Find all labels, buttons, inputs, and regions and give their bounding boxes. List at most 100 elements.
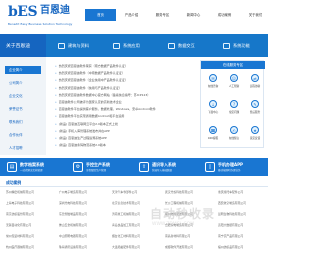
sidebar-item[interactable]: 企业简介 — [5, 66, 41, 74]
banner-tab-label: 系统功能 — [233, 43, 250, 48]
case-item[interactable]: 佛山五金机械有限公司 — [59, 223, 111, 227]
service-item[interactable]: ✍ 在线留言 — [223, 123, 245, 143]
service-item[interactable]: ⇄ 远程协助 — [244, 71, 266, 91]
nav-item-3[interactable]: 服务专区 — [147, 9, 178, 21]
sidebar-item[interactable]: 企业文化 — [5, 92, 41, 100]
site-header: bES 百恩迪 Benedit Easy Business Solution T… — [0, 0, 268, 34]
logo-mark: bES — [8, 4, 38, 20]
news-item[interactable]: (新品) 百恩迪条码物流系统2.0版本 — [55, 143, 193, 147]
news-item[interactable]: 热烈庆祝百恩迪软件（中南数据产品软件认证证） — [55, 71, 193, 75]
nav-item-5[interactable]: 成功案例 — [209, 9, 240, 21]
feature-card[interactable]: ⇪ 通识导入系统 快速导入基础数据 — [136, 160, 200, 174]
news-item[interactable]: 百恩迪软件公司被评为国家认定的高新技术企业 — [55, 100, 193, 104]
news-item[interactable]: (新品) 手机入库管理系统发布并在APP — [55, 129, 193, 133]
download-icon: ↓ — [209, 100, 217, 108]
import-icon: ⇪ — [139, 162, 149, 172]
banner-tab-1[interactable]: 建筑与资料 — [58, 41, 89, 51]
service-label: 400客服 — [207, 137, 219, 140]
sidebar-item[interactable]: 荣誉证书 — [5, 105, 41, 113]
watermark-text: 自动秒收录 — [150, 207, 216, 221]
feedback-icon: ★ — [251, 126, 259, 134]
service-panel-header: 在线服务专区 — [201, 61, 265, 69]
logo-subtitle: Benedit Easy Business Solution Technolog… — [8, 22, 73, 26]
service-item[interactable]: ☺ 人工帮助 — [223, 71, 245, 91]
feature-card[interactable]: ▯ 手机办理APP 移动端随时办理业务 — [202, 160, 266, 174]
banner-tab-4[interactable]: 系统功能 — [223, 41, 250, 51]
case-item[interactable]: 中山照明电器有限公司 — [59, 234, 111, 238]
feature-subtitle: 一站式解决文档管理 — [20, 169, 43, 172]
news-item[interactable]: 热烈庆祝百恩迪软件（信用与产品软件认证证） — [55, 86, 193, 90]
banner-tab-2[interactable]: 系统应用 — [113, 41, 140, 51]
cases-title: 成功案例 — [6, 180, 22, 185]
sidebar-item[interactable]: 人才招聘 — [5, 144, 41, 152]
sidebar: 企业简介公司简介企业文化荣誉证书联系我们合作伙伴人才招聘 — [0, 57, 46, 155]
case-item[interactable]: 常州包装材料有限公司 — [6, 234, 58, 238]
mobile-icon: ▯ — [205, 162, 215, 172]
news-item[interactable]: 百恩迪软件平台提供客户服务，数据处理，Windows，安卓Android软件 — [55, 107, 193, 111]
news-item[interactable]: 热烈庆祝百恩迪软件荣获（南方数据产品软件认证） — [55, 64, 193, 68]
sidebar-item[interactable]: 公司简介 — [5, 79, 41, 87]
news-item[interactable]: 热烈庆祝百恩迪软件数据中心官方网站（备案信息编号：苏ICP123） — [55, 93, 193, 97]
case-item[interactable]: 珠海通讯设备有限公司 — [59, 245, 111, 249]
service-label: 在线留言 — [228, 137, 240, 140]
case-item[interactable]: 广州电子制造有限公司 — [59, 190, 111, 194]
service-item[interactable]: ✎ 售后服务 — [244, 97, 266, 117]
banner-title: 关于百恩迪 — [6, 44, 30, 49]
sidebar-item[interactable]: 联系我们 — [5, 118, 41, 126]
service-item[interactable]: ? 常见问题 — [223, 97, 245, 117]
person-icon: ☺ — [230, 74, 238, 82]
feature-card[interactable]: ⚙ 手控生产系统 全程跟踪生产管理 — [70, 160, 134, 174]
banner-tab-3[interactable]: 数据交互 — [168, 41, 195, 51]
case-item[interactable]: 东莞塑胶制品有限公司 — [59, 212, 111, 216]
news-item[interactable]: 热烈庆祝百恩迪软件（企业信用中产品软件认证证） — [55, 78, 193, 82]
database-icon — [168, 43, 175, 49]
nav-item-2[interactable]: 产品介绍 — [116, 9, 147, 21]
case-item[interactable]: 苏州精密机械有限公司 — [6, 190, 58, 194]
case-item[interactable]: 大连船舶配件有限公司 — [112, 245, 164, 249]
banner-title-block: 关于百恩迪 — [0, 34, 46, 57]
feature-subtitle: 全程跟踪生产管理 — [86, 169, 107, 172]
site-logo[interactable]: bES 百恩迪 Benedit Easy Business Solution T… — [8, 3, 80, 31]
case-item[interactable]: 重庆摩托车配件公司 — [218, 190, 270, 194]
news-item[interactable]: 百恩迪软件平台实现通用数据Android和平台运用 — [55, 114, 193, 118]
service-label: 人工帮助 — [228, 85, 240, 88]
case-item[interactable]: 杭州医疗器械有限公司 — [6, 245, 58, 249]
watermark: 自动秒收录 WWW.ZDMSL.COM — [150, 203, 250, 237]
remote-icon: ⇄ — [251, 74, 259, 82]
service-item[interactable]: ↓ 下载中心 — [202, 97, 224, 117]
case-item[interactable]: 上海电子科技有限公司 — [6, 201, 58, 205]
banner-tab-label: 建筑与资料 — [68, 43, 89, 48]
sidebar-item[interactable]: 合作伙伴 — [5, 131, 41, 139]
news-item[interactable]: (新品) 百恩迪互联网云平台2.0版本正式上线 — [55, 122, 193, 126]
service-item[interactable]: ☎ 400客服 — [202, 123, 224, 143]
document-icon — [58, 43, 65, 49]
message-icon: ✍ — [230, 126, 238, 134]
news-item[interactable]: (新品) 百恩迪生产过程追溯系统APP — [55, 136, 193, 140]
feature-card[interactable]: ▤ 数字档案系统 一站式解决文档管理 — [4, 160, 68, 174]
cases-header: 成功案例 — [0, 178, 268, 187]
case-item[interactable]: 无锡自动化有限公司 — [6, 223, 58, 227]
nav-item-6[interactable]: 关于我们 — [240, 9, 271, 21]
case-item[interactable]: 福州纺织品有限公司 — [218, 245, 270, 249]
service-panel: 在线服务专区 ✉ 在线咨询 ☺ 人工帮助 ⇄ 远程协助 ↓ 下载中心? 常见问题 ✎ 售后服务 ☎ 40… — [200, 60, 266, 148]
features-row: ▤ 数字档案系统 一站式解决文档管理 ⚙ 手控生产系统 全程跟踪生产管理 ⇪ 通识导入系统 快速… — [0, 158, 268, 176]
case-item[interactable]: 南京纺织股份有限公司 — [6, 212, 58, 216]
banner-tab-label: 数据交互 — [178, 43, 195, 48]
case-item[interactable]: 深圳光电科技有限公司 — [59, 201, 111, 205]
monitor-icon — [113, 43, 120, 49]
service-item[interactable]: ✉ 在线咨询 — [202, 71, 224, 91]
main-nav: 首页 产品介绍 服务专区 新闻中心 成功案例 关于我们 — [85, 9, 271, 21]
case-item[interactable]: 天津汽车零部件公司 — [112, 190, 164, 194]
nav-item-1[interactable]: 首页 — [85, 9, 116, 21]
banner-tab-label: 系统应用 — [123, 43, 140, 48]
factory-icon: ⚙ — [73, 162, 83, 172]
service-label: 意见反馈 — [249, 137, 261, 140]
watermark-url: WWW.ZDMSL.COM — [152, 222, 195, 227]
case-item[interactable]: 成都软件开发有限公司 — [165, 245, 217, 249]
case-item[interactable]: 武汉光谷科技有限公司 — [165, 190, 217, 194]
service-item[interactable]: ★ 意见反馈 — [244, 123, 266, 143]
feature-subtitle: 移动端随时办理业务 — [218, 169, 241, 172]
feature-subtitle: 快速导入基础数据 — [152, 169, 173, 172]
section-banner: 关于百恩迪 建筑与资料 系统应用 数据交互 系统功能 — [0, 34, 268, 57]
nav-item-4[interactable]: 新闻中心 — [178, 9, 209, 21]
